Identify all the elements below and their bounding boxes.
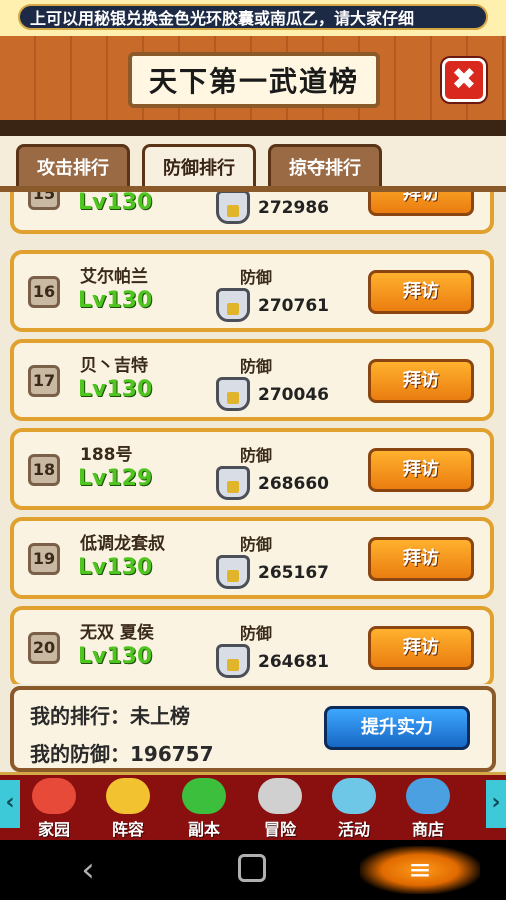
roof-beam (0, 120, 506, 136)
nav-label: 阵容 (111, 820, 144, 839)
tab-defense-rank[interactable]: 防御排行 (142, 144, 256, 186)
nav-lineup[interactable]: 阵容 (94, 772, 162, 839)
ranking-row: 20 无双 夏侯 Lv130 防御 264681 拜访 (10, 606, 494, 684)
nav-label: 副本 (187, 820, 220, 839)
my-rank-text: 我的排行：未上榜 (30, 704, 190, 728)
rank-badge: 17 (28, 365, 60, 397)
radar-icon (182, 778, 226, 814)
ranking-row: 17 贝丶吉特 Lv130 防御 270046 拜访 (10, 339, 494, 421)
player-level: Lv130 (78, 288, 153, 313)
nav-left-arrow[interactable]: ‹ (0, 780, 20, 828)
player-name: 艾尔帕兰 (80, 267, 148, 287)
visit-button[interactable]: 拜访 (368, 537, 474, 581)
marquee-bar: 上可以用秘银兑换金色光环胶囊或南瓜乙，请大家仔细 (0, 0, 506, 38)
menu-icon: ≡ (408, 853, 432, 886)
player-level: Lv130 (78, 555, 153, 580)
defense-label: 防御 (240, 357, 273, 376)
player-name: 贝丶吉特 (80, 356, 148, 376)
armor-icon (216, 377, 250, 411)
defense-label: 防御 (240, 446, 273, 465)
defense-label: 防御 (240, 535, 273, 554)
ranking-row: 19 低调龙套叔 Lv130 防御 265167 拜访 (10, 517, 494, 599)
rank-badge: 19 (28, 543, 60, 575)
visit-button[interactable]: 拜访 (368, 270, 474, 314)
defense-value: 264681 (258, 652, 329, 672)
nav-right-arrow[interactable]: › (486, 780, 506, 828)
back-button[interactable]: ‹ (70, 850, 106, 890)
rank-badge: 16 (28, 276, 60, 308)
home-button[interactable] (238, 854, 266, 882)
armor-icon (216, 288, 250, 322)
player-name: 无双 夏侯 (80, 623, 154, 643)
menu-button[interactable]: ≡ (360, 846, 480, 894)
defense-value: 272986 (258, 198, 329, 218)
rank-badge: 20 (28, 632, 60, 664)
close-icon: ✖ (451, 62, 477, 97)
nav-home[interactable]: 家园 (20, 772, 88, 839)
armor-icon (216, 644, 250, 678)
defense-value: 265167 (258, 563, 329, 583)
bottles-icon (332, 778, 376, 814)
player-level: Lv130 (78, 644, 153, 669)
defense-value: 270046 (258, 385, 329, 405)
improve-strength-button[interactable]: 提升实力 (324, 706, 470, 750)
player-name: 188号 (80, 445, 133, 465)
player-level: Lv130 (78, 377, 153, 402)
nav-adventure[interactable]: 冒险 (246, 772, 314, 839)
armor-icon (216, 466, 250, 500)
tab-plunder-rank[interactable]: 掠夺排行 (268, 144, 382, 186)
rank-badge: 15 (28, 192, 60, 210)
ranking-row: 16 艾尔帕兰 Lv130 防御 270761 拜访 (10, 250, 494, 332)
sword-icon (258, 778, 302, 814)
ranking-row: 15 Lv130 272986 拜访 (10, 192, 494, 234)
my-defense-text: 我的防御：196757 (30, 742, 214, 766)
armor-icon (216, 192, 250, 224)
nav-events[interactable]: 活动 (320, 772, 388, 839)
rank-badge: 18 (28, 454, 60, 486)
nav-label: 商店 (411, 820, 444, 839)
nav-label: 冒险 (263, 820, 296, 839)
nav-dungeon[interactable]: 副本 (170, 772, 238, 839)
nav-shop[interactable]: 商店 (394, 772, 462, 839)
defense-label: 防御 (240, 624, 273, 643)
page-title: 天下第一武道榜 (128, 52, 380, 108)
visit-button[interactable]: 拜访 (368, 359, 474, 403)
visit-button[interactable]: 拜访 (368, 448, 474, 492)
ranking-row: 18 188号 Lv129 防御 268660 拜访 (10, 428, 494, 510)
warriors-icon (106, 778, 150, 814)
tab-attack-rank[interactable]: 攻击排行 (16, 144, 130, 186)
nav-label: 家园 (37, 820, 70, 839)
player-name: 低调龙套叔 (80, 534, 165, 554)
visit-button[interactable]: 拜访 (368, 626, 474, 670)
cart-icon (406, 778, 450, 814)
player-level: Lv130 (78, 192, 153, 215)
close-button[interactable]: ✖ (442, 58, 486, 102)
ranking-list[interactable]: 15 Lv130 272986 拜访 16 艾尔帕兰 Lv130 防御 2707… (0, 192, 506, 684)
defense-value: 270761 (258, 296, 329, 316)
visit-button[interactable]: 拜访 (368, 192, 474, 216)
marquee-text: 上可以用秘银兑换金色光环胶囊或南瓜乙，请大家仔细 (18, 4, 488, 30)
defense-label: 防御 (240, 268, 273, 287)
armor-icon (216, 555, 250, 589)
house-capsule-icon (32, 778, 76, 814)
nav-label: 活动 (337, 820, 370, 839)
back-icon: ‹ (81, 850, 95, 890)
defense-value: 268660 (258, 474, 329, 494)
player-level: Lv129 (78, 466, 153, 491)
